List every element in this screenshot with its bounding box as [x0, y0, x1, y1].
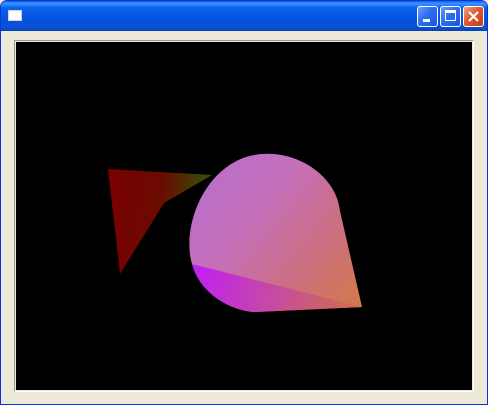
render-canvas[interactable] — [16, 42, 472, 390]
minimize-icon — [423, 19, 430, 22]
maximize-button[interactable] — [440, 6, 461, 27]
app-window — [0, 0, 488, 405]
window-icon[interactable] — [8, 10, 22, 21]
title-bar[interactable] — [1, 1, 487, 31]
minimize-button[interactable] — [417, 6, 438, 27]
close-button[interactable] — [463, 6, 484, 27]
scene-svg — [108, 153, 362, 312]
maximize-icon — [445, 10, 456, 21]
close-icon — [468, 11, 479, 22]
